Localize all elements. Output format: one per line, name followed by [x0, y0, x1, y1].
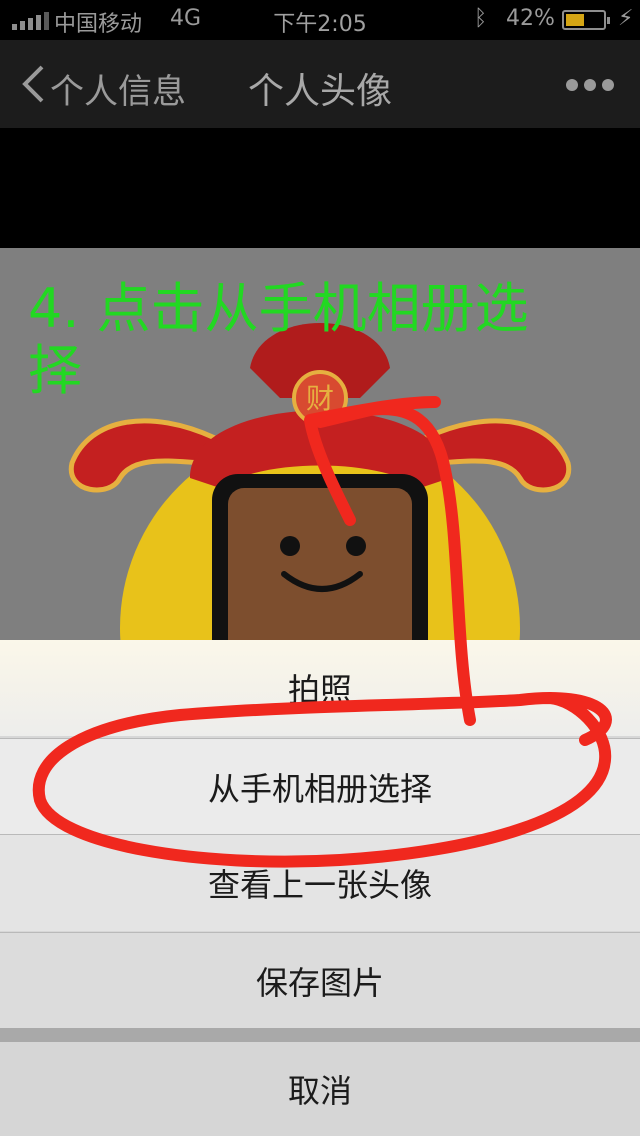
more-button[interactable] — [560, 70, 620, 100]
bluetooth-icon: ᛒ — [474, 6, 488, 31]
instruction-annotation: 4. 点击从手机相册选择 — [28, 277, 529, 402]
page-title: 个人头像 — [247, 71, 392, 112]
save-image-option[interactable]: 保存图片 — [0, 932, 640, 1029]
take-photo-option[interactable]: 拍照 — [0, 640, 640, 736]
navigation-bar: 个人信息 个人头像 — [0, 40, 640, 128]
view-previous-avatar-option[interactable]: 查看上一张头像 — [0, 834, 640, 931]
status-bar: 中国移动 4G 下午2:05 ᛒ 42% ⚡ — [0, 0, 640, 40]
ellipsis-icon — [566, 79, 614, 91]
charging-icon: ⚡ — [618, 6, 634, 31]
choose-from-album-option[interactable]: 从手机相册选择 — [0, 738, 640, 835]
sheet-separator — [0, 1028, 640, 1042]
cancel-button[interactable]: 取消 — [0, 1042, 640, 1136]
battery-percent: 42% — [506, 6, 555, 31]
battery-icon — [562, 10, 610, 30]
